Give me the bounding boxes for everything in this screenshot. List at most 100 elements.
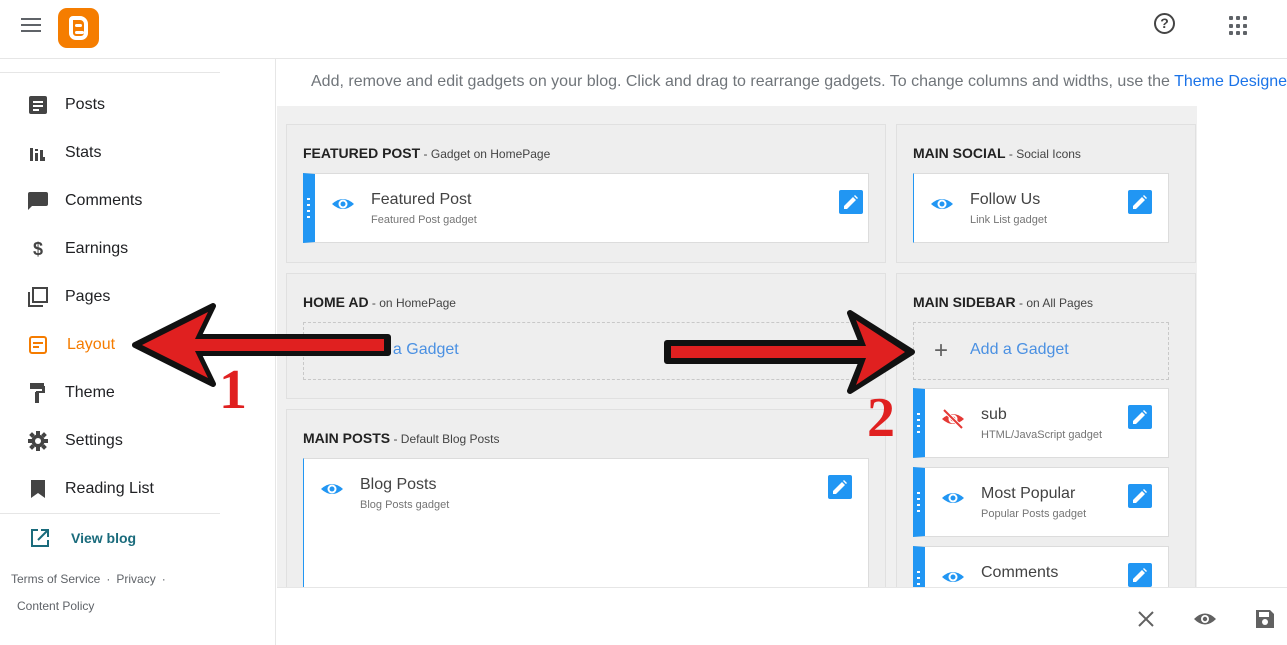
add-gadget-button[interactable]: + Add a Gadget <box>913 322 1169 380</box>
sidebar-item-label: Settings <box>65 432 123 449</box>
divider <box>0 513 220 514</box>
divider <box>0 72 220 73</box>
separator: · <box>106 572 111 586</box>
sidebar-item-label: Reading List <box>65 480 154 497</box>
section-main-posts: MAIN POSTS - Default Blog Posts Blog Pos… <box>286 409 886 587</box>
drag-handle-icon[interactable] <box>917 492 920 512</box>
gadget-most-popular[interactable]: Most Popular Popular Posts gadget <box>913 467 1169 537</box>
terms-link[interactable]: Terms of Service <box>11 572 100 586</box>
bookmark-icon <box>27 478 49 500</box>
section-featured-post: FEATURED POST - Gadget on HomePage Featu… <box>286 124 886 263</box>
edit-pencil-icon[interactable] <box>839 190 863 214</box>
add-gadget-label: Add a Gadget <box>970 341 1069 358</box>
separator: · <box>161 572 166 586</box>
layout-editor: Add, remove and edit gadgets on your blo… <box>277 59 1287 587</box>
close-icon[interactable] <box>1135 608 1157 630</box>
save-icon[interactable] <box>1254 608 1276 630</box>
gear-icon <box>27 430 49 452</box>
section-home-ad: HOME AD - on HomePage + Add a Gadget <box>286 273 886 399</box>
sidebar-item-theme[interactable]: Theme <box>0 373 220 413</box>
annotation-label-2: 2 <box>867 387 895 449</box>
sidebar-nav: Posts Stats Comments $ Earnings Pages La… <box>0 59 276 645</box>
sidebar-item-stats[interactable]: Stats <box>0 133 220 173</box>
edit-pencil-icon[interactable] <box>1128 405 1152 429</box>
eye-icon[interactable] <box>320 477 344 501</box>
instructions-text: Add, remove and edit gadgets on your blo… <box>311 73 1175 90</box>
gadget-type: Popular Posts gadget <box>981 508 1087 520</box>
eye-icon[interactable] <box>930 192 954 216</box>
sidebar-item-pages[interactable]: Pages <box>0 277 220 317</box>
top-bar: ? <box>0 0 1287 59</box>
gadget-type: Featured Post gadget <box>371 214 477 226</box>
eye-icon[interactable] <box>331 192 355 216</box>
gadget-featured-post[interactable]: Featured Post Featured Post gadget <box>303 173 869 243</box>
gadget-type: Link List gadget <box>970 214 1048 226</box>
gadget-type: HTML/JavaScript gadget <box>981 429 1103 441</box>
sidebar-item-label: Pages <box>65 288 111 305</box>
eye-icon[interactable] <box>941 565 965 587</box>
dollar-icon: $ <box>32 238 43 259</box>
gadget-sub[interactable]: sub HTML/JavaScript gadget <box>913 388 1169 458</box>
section-title: MAIN SOCIAL - Social Icons <box>913 145 1081 161</box>
edit-pencil-icon[interactable] <box>1128 563 1152 587</box>
sidebar-item-reading-list[interactable]: Reading List <box>0 469 220 509</box>
theme-designer-link[interactable]: Theme Designer <box>1174 73 1287 90</box>
comments-icon <box>27 190 49 212</box>
open-external-icon <box>29 527 51 549</box>
layout-canvas: FEATURED POST - Gadget on HomePage Featu… <box>277 106 1197 587</box>
section-title: MAIN SIDEBAR - on All Pages <box>913 294 1094 310</box>
sidebar-item-label: Posts <box>65 96 106 113</box>
section-main-sidebar: MAIN SIDEBAR - on All Pages + Add a Gadg… <box>896 273 1196 587</box>
view-blog-link[interactable]: View blog <box>0 518 220 558</box>
edit-pencil-icon[interactable] <box>1128 190 1152 214</box>
stats-icon <box>27 142 49 164</box>
eye-icon[interactable] <box>941 486 965 510</box>
gadget-blog-posts[interactable]: Blog Posts Blog Posts gadget <box>303 458 869 587</box>
gadget-title: Comments <box>981 564 1059 581</box>
add-gadget-label: Add a Gadget <box>360 341 459 358</box>
view-blog-label: View blog <box>71 530 137 546</box>
pages-icon <box>27 286 49 308</box>
hamburger-menu-icon[interactable] <box>21 18 41 34</box>
plus-icon: + <box>324 337 339 364</box>
gadget-title: sub <box>981 406 1007 423</box>
apps-grid-icon[interactable] <box>1229 16 1249 36</box>
content-policy-link[interactable]: Content Policy <box>17 599 94 613</box>
sidebar-item-earnings[interactable]: $ Earnings <box>0 229 220 269</box>
layout-instructions: Add, remove and edit gadgets on your blo… <box>311 73 1287 91</box>
sidebar-item-label: Stats <box>65 144 102 161</box>
sidebar-item-layout[interactable]: Layout <box>0 325 220 365</box>
footer-links: Terms of Service · Privacy · Content Policy <box>11 566 211 620</box>
gadget-title: Most Popular <box>981 485 1076 502</box>
sidebar-item-settings[interactable]: Settings <box>0 421 220 461</box>
gadget-follow-us[interactable]: Follow Us Link List gadget <box>913 173 1169 243</box>
posts-icon <box>27 94 49 116</box>
edit-pencil-icon[interactable] <box>1128 484 1152 508</box>
paint-roller-icon <box>27 382 49 404</box>
gadget-type: Blog Posts gadget <box>360 499 450 511</box>
annotation-label-1: 1 <box>219 359 247 421</box>
edit-pencil-icon[interactable] <box>828 475 852 499</box>
gadget-title: Follow Us <box>970 191 1041 208</box>
drag-handle-icon[interactable] <box>917 571 920 587</box>
bottom-action-bar <box>277 587 1287 645</box>
sidebar-item-label: Layout <box>67 336 116 353</box>
sidebar-item-posts[interactable]: Posts <box>0 85 220 125</box>
sidebar-item-label: Comments <box>65 192 143 209</box>
eye-icon[interactable] <box>1194 608 1216 630</box>
section-title: FEATURED POST - Gadget on HomePage <box>303 145 551 161</box>
help-circle-icon[interactable]: ? <box>1154 13 1175 34</box>
drag-handle-icon[interactable] <box>917 413 920 433</box>
drag-handle-icon[interactable] <box>307 198 310 218</box>
privacy-link[interactable]: Privacy <box>116 572 155 586</box>
sidebar-item-label: Earnings <box>65 240 129 257</box>
section-title: MAIN POSTS - Default Blog Posts <box>303 430 500 446</box>
gadget-title: Blog Posts <box>360 476 437 493</box>
sidebar-item-comments[interactable]: Comments <box>0 181 220 221</box>
eye-off-icon[interactable] <box>941 407 965 431</box>
plus-icon: + <box>934 337 949 364</box>
gadget-title: Featured Post <box>371 191 472 208</box>
add-gadget-button[interactable]: + Add a Gadget <box>303 322 869 380</box>
gadget-comments[interactable]: Comments <box>913 546 1169 587</box>
blogger-logo-icon[interactable] <box>58 8 99 48</box>
